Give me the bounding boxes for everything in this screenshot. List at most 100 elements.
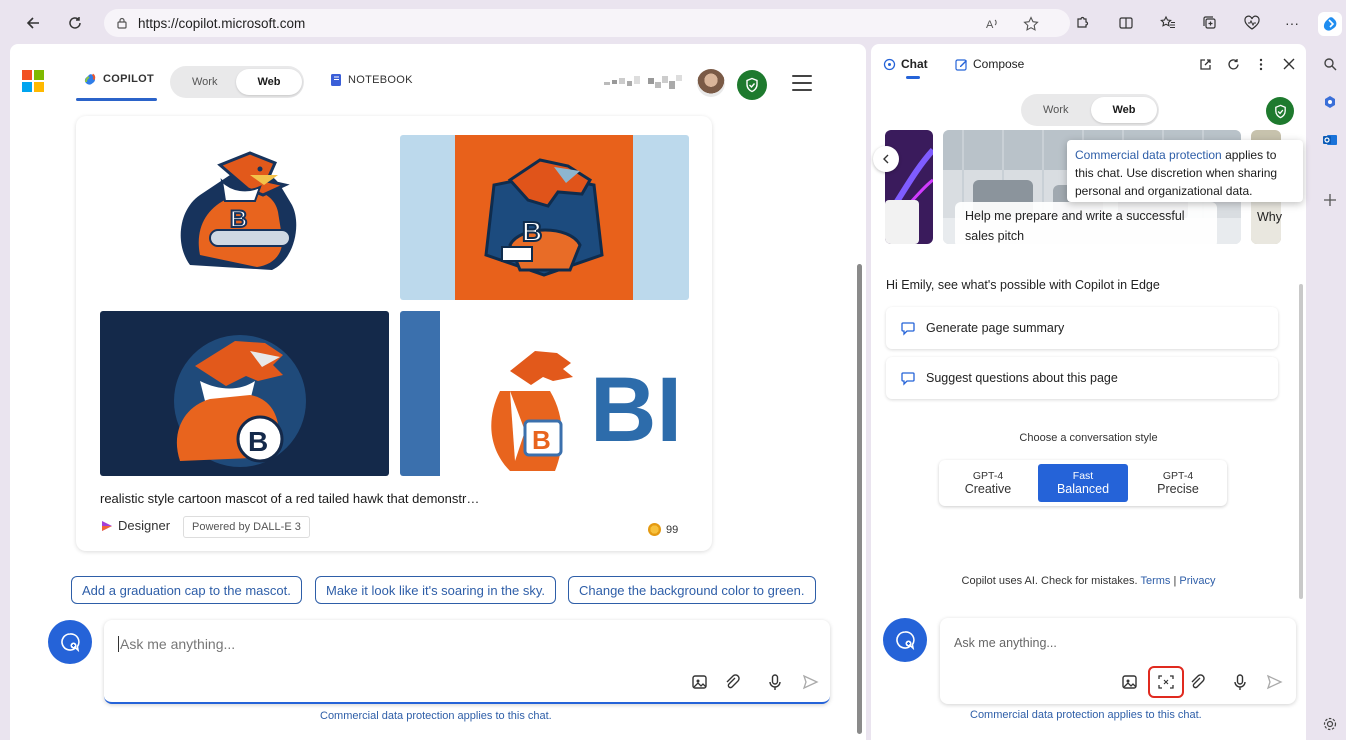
microphone-icon[interactable]	[1230, 672, 1250, 692]
work-web-toggle[interactable]: Work Web	[170, 66, 304, 98]
outlook-icon[interactable]	[1320, 130, 1340, 150]
attach-icon[interactable]	[1187, 672, 1207, 692]
read-aloud-icon[interactable]: A	[984, 15, 1002, 33]
svg-text:A: A	[986, 19, 994, 31]
protection-shield-icon[interactable]	[1266, 97, 1294, 125]
compose-pencil-icon	[955, 58, 968, 71]
image-letter: B	[522, 216, 542, 247]
send-icon[interactable]	[800, 672, 820, 692]
more-icon[interactable]: ···	[1282, 13, 1302, 33]
back-icon[interactable]	[20, 10, 46, 36]
disclaimer-text: Copilot uses AI. Check for mistakes.	[961, 575, 1141, 587]
boost-count: 99	[666, 523, 679, 536]
style-precise[interactable]: GPT-4 Precise	[1133, 464, 1223, 502]
send-icon[interactable]	[1264, 672, 1284, 692]
web-option[interactable]: Web	[1091, 97, 1157, 123]
blurred-account-name	[604, 75, 682, 89]
tab-compose-label: Compose	[973, 57, 1025, 71]
terms-link[interactable]: Terms	[1140, 575, 1170, 587]
boost-coin-icon	[648, 523, 661, 536]
extensions-icon[interactable]	[1072, 13, 1092, 33]
designer-brand[interactable]: Designer	[100, 518, 170, 533]
microphone-icon[interactable]	[765, 672, 785, 692]
performance-icon[interactable]	[1242, 13, 1262, 33]
refresh-icon[interactable]	[62, 10, 88, 36]
open-in-new-tab-icon[interactable]	[1197, 56, 1213, 72]
new-topic-button[interactable]	[883, 618, 927, 662]
generated-image-3[interactable]: B	[100, 311, 389, 476]
copilot-logo-icon	[83, 72, 97, 86]
notebook-icon	[330, 73, 342, 87]
style-precise-label: Precise	[1157, 481, 1199, 496]
copilot-side-panel: Chat Compose Work Web Help me prepare an…	[871, 44, 1306, 740]
work-option[interactable]: Work	[1043, 104, 1068, 116]
generated-image-2[interactable]: B	[400, 135, 689, 300]
work-option[interactable]: Work	[192, 76, 217, 88]
settings-gear-icon[interactable]	[1320, 714, 1340, 734]
chat-input[interactable]: Ask me anything...	[104, 620, 830, 704]
generated-image-4[interactable]: B BI	[400, 311, 689, 476]
panel-scrollbar[interactable]	[1299, 284, 1303, 599]
avatar[interactable]	[697, 69, 725, 97]
screenshot-highlight	[1148, 666, 1184, 698]
copilot-icon[interactable]	[1318, 12, 1342, 36]
image-upload-icon[interactable]	[690, 672, 710, 692]
suggestion-chip-background-green[interactable]: Change the background color to green.	[568, 576, 816, 604]
style-precise-model: GPT-4	[1162, 469, 1194, 482]
suggestion-questions-about-page[interactable]: Suggest questions about this page	[886, 357, 1278, 399]
tab-chat[interactable]: Chat	[883, 57, 928, 71]
privacy-link[interactable]: Privacy	[1179, 575, 1215, 587]
suggestion-label: Suggest questions about this page	[926, 371, 1118, 385]
tab-chat-label: Chat	[901, 57, 928, 71]
chat-icon	[883, 58, 896, 71]
collections-icon[interactable]	[1200, 13, 1220, 33]
add-icon[interactable]	[1320, 190, 1340, 210]
page-scrollbar[interactable]	[857, 264, 862, 734]
favorites-icon[interactable]	[1158, 13, 1178, 33]
refresh-panel-icon[interactable]	[1225, 56, 1241, 72]
image-letter: B	[230, 206, 247, 233]
browser-toolbar: https://copilot.microsoft.com A ···	[0, 0, 1346, 44]
image-letter: B	[532, 425, 551, 455]
designer-label: Designer	[118, 518, 171, 533]
carousel-caption[interactable]: Help me prepare and write a successful s…	[955, 202, 1217, 248]
tab-notebook-label: NOTEBOOK	[348, 74, 413, 86]
chat-input[interactable]: Ask me anything...	[940, 618, 1296, 704]
powered-by-badge: Powered by DALL-E 3	[183, 516, 310, 538]
protection-shield-icon[interactable]	[737, 70, 767, 100]
designer-logo-icon	[100, 519, 114, 533]
more-options-icon[interactable]	[1253, 56, 1269, 72]
style-balanced-model: Fast	[1072, 469, 1094, 482]
suggestion-chip-graduation-cap[interactable]: Add a graduation cap to the mascot.	[71, 576, 302, 604]
web-option[interactable]: Web	[236, 69, 302, 95]
suggestion-generate-page-summary[interactable]: Generate page summary	[886, 307, 1278, 349]
hexagon-app-icon[interactable]	[1320, 92, 1340, 112]
attach-icon[interactable]	[722, 672, 742, 692]
tab-compose[interactable]: Compose	[955, 57, 1024, 71]
tab-copilot-label: COPILOT	[103, 73, 154, 85]
suggestion-chip-soaring[interactable]: Make it look like it's soaring in the sk…	[315, 576, 556, 604]
carousel-previous-button[interactable]	[873, 146, 899, 172]
work-web-toggle[interactable]: Work Web	[1021, 94, 1159, 126]
split-screen-icon[interactable]	[1116, 13, 1136, 33]
commercial-data-protection-notice[interactable]: Commercial data protection applies to th…	[320, 710, 552, 722]
conversation-style-label: Choose a conversation style	[1019, 432, 1158, 444]
address-bar[interactable]: https://copilot.microsoft.com A	[104, 9, 1070, 37]
tab-notebook[interactable]: NOTEBOOK	[330, 73, 413, 87]
style-creative[interactable]: GPT-4 Creative	[943, 464, 1033, 502]
generated-image-1[interactable]: B	[100, 135, 389, 300]
close-icon[interactable]	[1281, 56, 1297, 72]
tab-copilot[interactable]: COPILOT	[83, 72, 154, 86]
commercial-data-protection-link[interactable]: Commercial data protection	[1075, 148, 1222, 162]
search-icon[interactable]	[1320, 54, 1340, 74]
image-upload-icon[interactable]	[1120, 672, 1140, 692]
style-balanced[interactable]: Fast Balanced	[1038, 464, 1128, 502]
new-topic-button[interactable]	[48, 620, 92, 664]
chat-bubble-icon	[900, 320, 916, 336]
image-prompt-text: realistic style cartoon mascot of a red …	[100, 491, 480, 506]
brand-letters: BI	[590, 359, 682, 461]
menu-icon[interactable]	[792, 75, 812, 91]
commercial-data-protection-notice[interactable]: Commercial data protection applies to th…	[970, 709, 1202, 721]
edge-sidebar	[1314, 44, 1346, 740]
favorite-star-icon[interactable]	[1022, 15, 1040, 33]
